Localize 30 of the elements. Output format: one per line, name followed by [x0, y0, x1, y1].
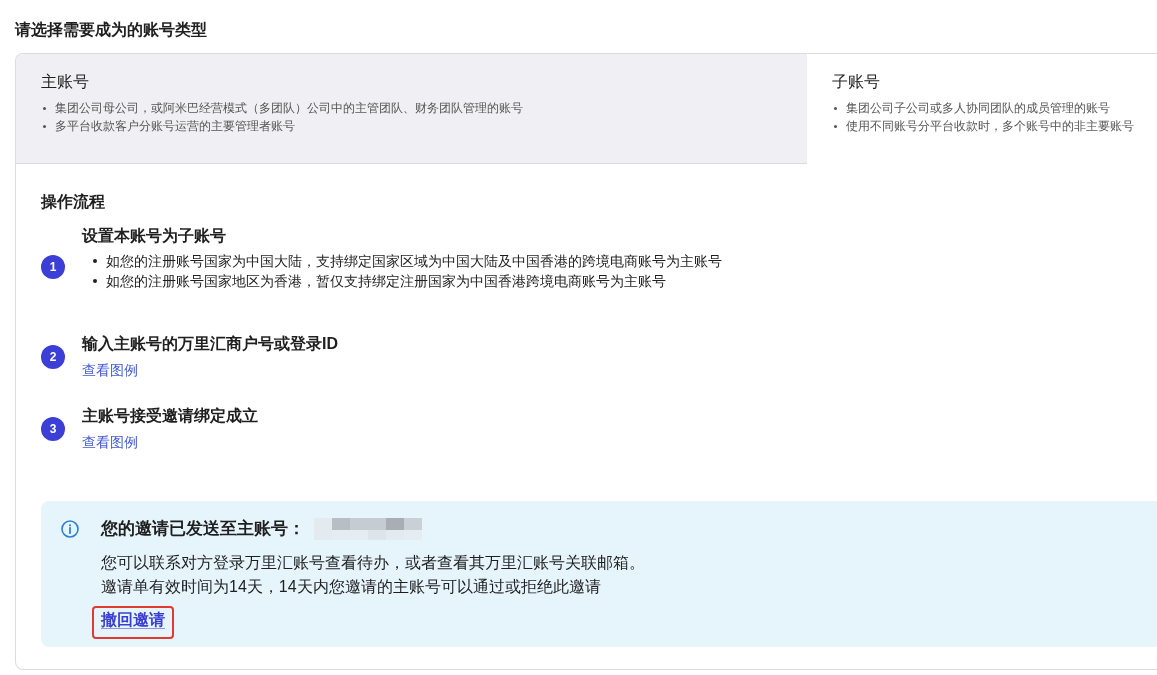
step-title: 主账号接受邀请绑定成立	[82, 406, 258, 426]
step-number-badge: 1	[41, 254, 65, 279]
bullet-icon	[834, 106, 837, 110]
bullet-icon	[43, 124, 46, 128]
bullet-icon	[43, 106, 46, 110]
view-example-link[interactable]: 查看图例	[82, 360, 138, 380]
step-description: 如您的注册账号国家地区为香港，暂仅支持绑定注册国家为中国香港跨境电商账号为主账号	[106, 272, 666, 291]
notice-text: 邀请单有效时间为14天，14天内您邀请的主账号可以通过或拒绝此邀请	[101, 577, 602, 597]
account-type-title: 主账号	[41, 72, 90, 92]
view-example-link[interactable]: 查看图例	[82, 432, 138, 452]
account-type-description: 集团公司母公司，或阿米巴经营模式（多团队）公司中的主管团队、财务团队管理的账号	[55, 100, 523, 117]
account-type-description: 集团公司子公司或多人协同团队的成员管理的账号	[846, 100, 1110, 117]
step-title: 输入主账号的万里汇商户号或登录ID	[82, 334, 338, 354]
step-title: 设置本账号为子账号	[82, 226, 227, 246]
bullet-icon	[93, 259, 97, 263]
bullet-icon	[93, 279, 97, 283]
notice-text: 您可以联系对方登录万里汇账号查看待办，或者查看其万里汇账号关联邮箱。	[101, 553, 645, 573]
bullet-icon	[834, 124, 837, 128]
account-type-tab[interactable]: 主账号 集团公司母公司，或阿米巴经营模式（多团队）公司中的主管团队、财务团队管理的账号 多平台收款客户分账号运营的主要管理者账号	[16, 54, 807, 164]
notice-title: 您的邀请已发送至主账号：	[101, 518, 305, 540]
account-type-title: 子账号	[832, 72, 881, 92]
account-type-description: 多平台收款客户分账号运营的主要管理者账号	[55, 118, 295, 135]
step-description: 如您的注册账号国家为中国大陆，支持绑定国家区域为中国大陆及中国香港的跨境电商账号为主账号	[106, 252, 722, 271]
account-type-description: 使用不同账号分平台收款时，多个账号中的非主要账号	[846, 118, 1134, 135]
page-title: 请选择需要成为的账号类型	[13, 20, 208, 40]
step-number-badge: 2	[41, 344, 65, 369]
step-number-badge: 3	[41, 416, 65, 441]
info-icon	[61, 520, 79, 538]
revoke-invitation-link[interactable]: 撤回邀请	[101, 611, 165, 629]
section-title: 操作流程	[41, 192, 106, 212]
